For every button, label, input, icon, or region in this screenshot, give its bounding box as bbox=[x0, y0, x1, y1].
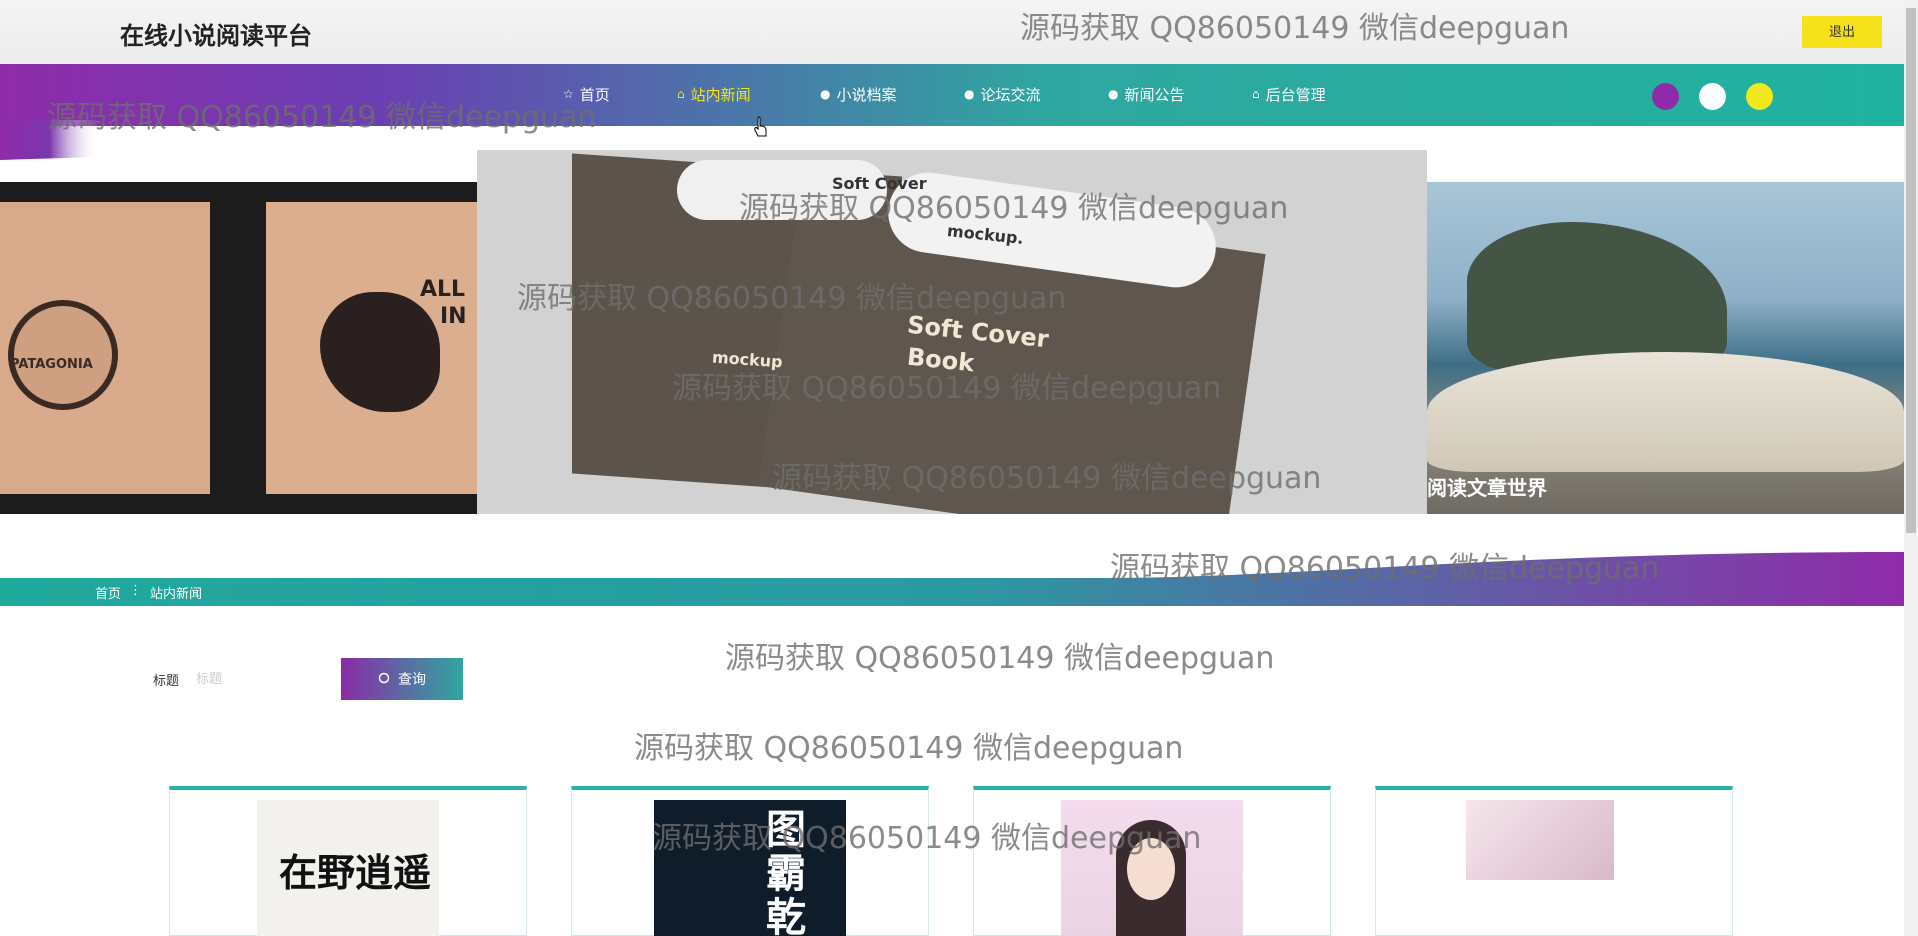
nav-item-home[interactable]: ☆ 首页 bbox=[563, 83, 610, 105]
news-card[interactable]: 图霸乾 bbox=[571, 786, 929, 936]
news-card[interactable] bbox=[973, 786, 1331, 936]
title-search-input[interactable] bbox=[196, 662, 326, 694]
nav-item-label: 新闻公告 bbox=[1124, 85, 1185, 104]
search-icon bbox=[378, 671, 390, 687]
nav-item-news[interactable]: ⌂ 站内新闻 bbox=[677, 83, 751, 105]
cover-title: 在野逍遥 bbox=[279, 850, 432, 895]
search-button-label: 查询 bbox=[398, 671, 426, 687]
breadcrumb-band bbox=[0, 552, 1904, 606]
search-button[interactable]: 查询 bbox=[341, 658, 463, 700]
watermark-text: 源码获取 QQ86050149 微信deepguan bbox=[725, 641, 1275, 676]
breadcrumb-home[interactable]: 首页 bbox=[95, 583, 121, 602]
nav-item-novels[interactable]: ● 小说档案 bbox=[820, 83, 897, 105]
banner-slide-center[interactable]: Soft Cover mockup. Soft Cover Book mocku… bbox=[477, 150, 1427, 514]
badge-text: PATAGONIA bbox=[10, 357, 93, 372]
nav-item-notices[interactable]: ● 新闻公告 bbox=[1108, 83, 1185, 105]
portrait-face bbox=[1127, 838, 1175, 900]
top-bar: 在线小说阅读平台 退出 bbox=[0, 0, 1904, 64]
main-nav bbox=[0, 64, 1904, 126]
cover-title: 图霸乾 bbox=[766, 806, 806, 936]
watermark-text: 源码获取 QQ86050149 微信deepguan bbox=[634, 731, 1184, 766]
info-icon: ● bbox=[964, 87, 975, 101]
breadcrumb: 首页 ⋮ 站内新闻 bbox=[95, 583, 202, 602]
nav-item-label: 论坛交流 bbox=[980, 85, 1041, 104]
kraft-text: ALL bbox=[420, 277, 466, 302]
card-cover bbox=[1061, 800, 1243, 936]
card-cover bbox=[1466, 800, 1614, 880]
card-cover: 图霸乾 bbox=[654, 800, 846, 936]
info-icon: ● bbox=[1108, 87, 1119, 101]
nav-item-label: 站内新闻 bbox=[690, 85, 751, 104]
bag-icon: ⌂ bbox=[677, 87, 685, 101]
cliff-image bbox=[1467, 222, 1727, 372]
theme-dot-purple[interactable] bbox=[1652, 83, 1679, 110]
news-card[interactable] bbox=[1375, 786, 1733, 936]
site-title: 在线小说阅读平台 bbox=[120, 22, 312, 50]
banner-slide-left[interactable]: PATAGONIA ALL IN bbox=[0, 182, 480, 514]
breadcrumb-current: 站内新闻 bbox=[150, 587, 203, 602]
star-icon: ☆ bbox=[563, 87, 574, 101]
kraft-text: IN bbox=[440, 304, 467, 329]
nav-item-label: 后台管理 bbox=[1265, 85, 1326, 104]
logo-badge bbox=[8, 300, 118, 410]
card-cover: 在野逍遥 bbox=[257, 800, 439, 936]
open-book-image bbox=[1427, 352, 1904, 472]
slide-caption: 阅读文章世界 bbox=[1427, 476, 1547, 500]
news-card[interactable]: 在野逍遥 bbox=[169, 786, 527, 936]
book-text: Soft Cover bbox=[832, 174, 927, 193]
nav-item-admin[interactable]: ⌂ 后台管理 bbox=[1252, 83, 1326, 105]
info-icon: ● bbox=[820, 87, 831, 101]
search-label: 标题 bbox=[153, 674, 180, 689]
theme-dot-yellow[interactable] bbox=[1746, 83, 1773, 110]
nav-item-label: 小说档案 bbox=[836, 85, 897, 104]
banner-slide-right[interactable]: 阅读文章世界 bbox=[1427, 182, 1904, 514]
banner-carousel[interactable]: PATAGONIA ALL IN Soft Cover mockup. Soft… bbox=[0, 150, 1904, 514]
mouse-pointer-icon bbox=[754, 116, 767, 137]
breadcrumb-separator: ⋮ bbox=[129, 583, 143, 598]
briefcase-icon: ⌂ bbox=[1252, 87, 1260, 101]
nav-item-label: 首页 bbox=[579, 85, 610, 104]
page: 在线小说阅读平台 退出 ☆ 首页 ⌂ 站内新闻 ● 小说档案 ● 论坛交流 ● … bbox=[0, 0, 1918, 936]
theme-dot-white[interactable] bbox=[1699, 83, 1726, 110]
logout-button[interactable]: 退出 bbox=[1802, 16, 1882, 48]
nav-item-forum[interactable]: ● 论坛交流 bbox=[964, 83, 1041, 105]
scrollbar-thumb[interactable] bbox=[1906, 8, 1916, 533]
